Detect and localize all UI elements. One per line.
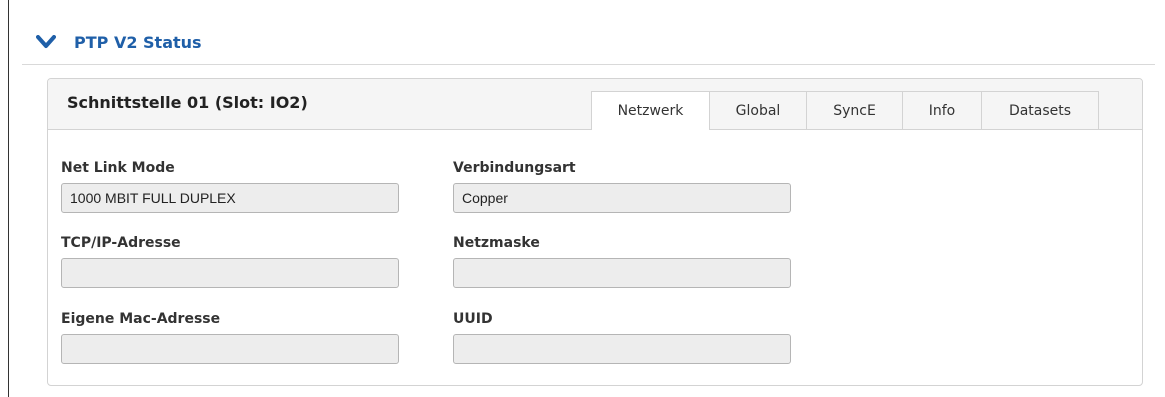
uuid-field[interactable]	[453, 334, 791, 364]
verbindungsart-field[interactable]: Copper	[453, 183, 791, 213]
ptp-status-section-toggle[interactable]: PTP V2 Status	[36, 28, 202, 56]
tab-netzwerk[interactable]: Netzwerk	[591, 91, 710, 130]
net-link-mode-label: Net Link Mode	[61, 160, 175, 176]
net-link-mode-field[interactable]: 1000 MBIT FULL DUPLEX	[61, 183, 399, 213]
section-divider	[22, 64, 1155, 65]
tab-synce[interactable]: SyncE	[806, 91, 903, 129]
panel-header: Schnittstelle 01 (Slot: IO2) Netzwerk Gl…	[48, 79, 1142, 130]
panel-title: Schnittstelle 01 (Slot: IO2)	[67, 93, 308, 112]
netzmaske-label: Netzmaske	[453, 235, 540, 251]
tcp-ip-address-field[interactable]	[61, 258, 399, 288]
left-border-line	[8, 0, 9, 397]
chevron-down-icon	[36, 35, 56, 48]
section-title: PTP V2 Status	[74, 32, 202, 52]
tcp-ip-address-label: TCP/IP-Adresse	[61, 235, 181, 251]
tab-info[interactable]: Info	[902, 91, 982, 129]
mac-address-field[interactable]	[61, 334, 399, 364]
tab-bar: Netzwerk Global SyncE Info Datasets	[591, 91, 1099, 130]
tab-global[interactable]: Global	[709, 91, 807, 129]
uuid-label: UUID	[453, 311, 493, 327]
netzmaske-field[interactable]	[453, 258, 791, 288]
tab-datasets[interactable]: Datasets	[981, 91, 1099, 129]
verbindungsart-label: Verbindungsart	[453, 160, 576, 176]
mac-address-label: Eigene Mac-Adresse	[61, 311, 221, 327]
interface-panel: Schnittstelle 01 (Slot: IO2) Netzwerk Gl…	[47, 78, 1143, 386]
